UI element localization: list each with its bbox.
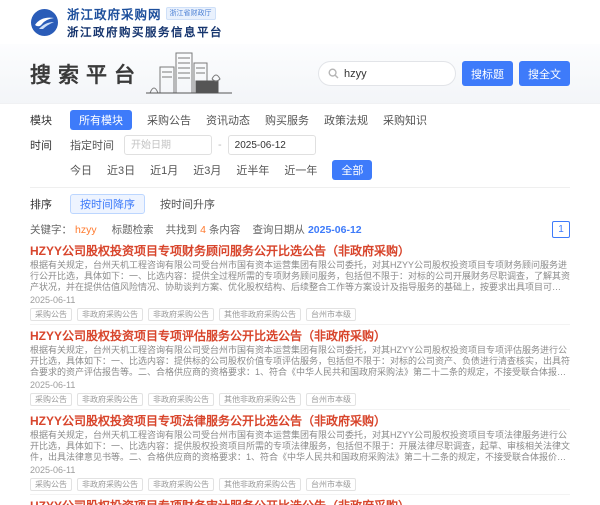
site-subtitle: 浙江政府购买服务信息平台 (67, 24, 223, 40)
result-category-tag[interactable]: 其他非政府采购公告 (219, 478, 301, 491)
sort-asc-option[interactable]: 按时间升序 (160, 196, 215, 212)
result-date: 2025-06-11 (30, 380, 570, 390)
result-summary-row: 关键字： hzyy 标题检索 共找到 4 条内容 查询日期从 2025-06-1… (30, 221, 570, 238)
module-option-knowledge[interactable]: 采购知识 (383, 112, 427, 128)
module-label: 模块 (30, 112, 70, 128)
range-3m[interactable]: 近3月 (193, 162, 221, 178)
range-1m[interactable]: 近1月 (150, 162, 178, 178)
results-list: HZYY公司股权投资项目专项财务顾问服务公开比选公告（非政府采购） 根据有关规定… (0, 238, 600, 505)
result-category-tag[interactable]: 采购公告 (30, 308, 72, 321)
keyword-value: hzyy (75, 224, 97, 236)
module-option-news[interactable]: 资讯动态 (206, 112, 250, 128)
module-option-all[interactable]: 所有模块 (70, 110, 132, 130)
keyword-label: 关键字： (30, 222, 72, 237)
result-category-tag[interactable]: 非政府采购公告 (148, 308, 214, 321)
result-item: HZYY公司股权投资项目专项法律服务公开比选公告（非政府采购） 根据有关规定，台… (30, 410, 570, 495)
result-item: HZYY公司股权投资项目专项财务顾问服务公开比选公告（非政府采购） 根据有关规定… (30, 240, 570, 325)
result-date: 2025-06-11 (30, 295, 570, 305)
result-category-tag[interactable]: 非政府采购公告 (148, 478, 214, 491)
result-title-link[interactable]: HZYY公司股权投资项目专项法律服务公开比选公告（非政府采购） (30, 414, 570, 428)
result-category-tag[interactable]: 台州市本级 (306, 478, 356, 491)
result-tags: 采购公告非政府采购公告非政府采购公告其他非政府采购公告台州市本级 (30, 478, 570, 491)
result-title-link[interactable]: HZYY公司股权投资项目专项财务审计服务公开比选公告（非政府采购） (30, 499, 570, 505)
search-input[interactable] (344, 68, 446, 80)
result-title-link[interactable]: HZYY公司股权投资项目专项财务顾问服务公开比选公告（非政府采购） (30, 244, 570, 258)
date-range-dash: - (218, 139, 222, 151)
result-title-link[interactable]: HZYY公司股权投资项目专项评估服务公开比选公告（非政府采购） (30, 329, 570, 343)
found-suffix: 条内容 (209, 222, 241, 237)
result-snippet: 根据有关规定，台州天机工程咨询有限公司受台州市国有资本运营集团有限公司委托，对其… (30, 345, 570, 378)
result-category-tag[interactable]: 非政府采购公告 (77, 393, 143, 406)
page-title: 搜索平台 (30, 59, 142, 89)
module-option-policy[interactable]: 政策法规 (324, 112, 368, 128)
time-label: 时间 (30, 137, 70, 153)
org-badge: 浙江省财政厅 (166, 7, 216, 20)
result-date: 2025-06-11 (30, 465, 570, 475)
date-end-input[interactable] (228, 135, 316, 155)
search-input-wrap (318, 61, 456, 86)
time-filter-row: 时间 指定时间 - (30, 135, 570, 155)
page: 浙江政府采购网 浙江省财政厅 浙江政府购买服务信息平台 搜索平台 (0, 0, 600, 505)
site-name: 浙江政府采购网 (67, 4, 162, 23)
module-option-services[interactable]: 购买服务 (265, 112, 309, 128)
found-prefix: 共找到 (166, 222, 198, 237)
module-option-procurement[interactable]: 采购公告 (147, 112, 191, 128)
site-logo-icon (30, 8, 59, 37)
site-header: 浙江政府采购网 浙江省财政厅 浙江政府购买服务信息平台 (0, 0, 600, 44)
range-today[interactable]: 今日 (70, 162, 92, 178)
search-banner: 搜索平台 (0, 44, 600, 104)
sort-desc-option[interactable]: 按时间降序 (70, 194, 145, 214)
result-category-tag[interactable]: 非政府采购公告 (77, 478, 143, 491)
result-category-tag[interactable]: 采购公告 (30, 478, 72, 491)
range-3d[interactable]: 近3日 (107, 162, 135, 178)
query-date-value: 2025-06-12 (308, 224, 362, 236)
search-title-button[interactable]: 搜标题 (462, 61, 513, 86)
result-tags: 采购公告非政府采购公告非政府采购公告其他非政府采购公告台州市本级 (30, 308, 570, 321)
result-item: HZYY公司股权投资项目专项财务审计服务公开比选公告（非政府采购） 根据有关规定… (30, 495, 570, 505)
range-all[interactable]: 全部 (332, 160, 372, 180)
query-date-prefix: 查询日期从 (252, 222, 305, 237)
date-start-input[interactable] (124, 135, 212, 155)
pagination-page-1[interactable]: 1 (552, 221, 570, 238)
search-scope: 标题检索 (112, 222, 154, 237)
search-fulltext-button[interactable]: 搜全文 (519, 61, 570, 86)
result-category-tag[interactable]: 采购公告 (30, 393, 72, 406)
search-icon (328, 68, 339, 79)
result-snippet: 根据有关规定，台州天机工程咨询有限公司受台州市国有资本运营集团有限公司委托，对其… (30, 430, 570, 463)
result-category-tag[interactable]: 其他非政府采购公告 (219, 393, 301, 406)
module-filter-row: 模块 所有模块 采购公告 资讯动态 购买服务 政策法规 采购知识 (30, 110, 570, 130)
sort-label: 排序 (30, 196, 70, 212)
sort-row: 排序 按时间降序 按时间升序 (30, 194, 570, 214)
range-6m[interactable]: 近半年 (236, 162, 269, 178)
result-category-tag[interactable]: 非政府采购公告 (77, 308, 143, 321)
result-tags: 采购公告非政府采购公告非政府采购公告其他非政府采购公告台州市本级 (30, 393, 570, 406)
quick-range-row: 今日 近3日 近1月 近3月 近半年 近一年 全部 (30, 160, 570, 180)
time-mode-label: 指定时间 (70, 137, 114, 153)
result-category-tag[interactable]: 其他非政府采购公告 (219, 308, 301, 321)
range-1y[interactable]: 近一年 (284, 162, 317, 178)
result-category-tag[interactable]: 台州市本级 (306, 308, 356, 321)
site-titles: 浙江政府采购网 浙江省财政厅 浙江政府购买服务信息平台 (67, 4, 223, 40)
search-bar: 搜标题 搜全文 (318, 61, 570, 86)
result-item: HZYY公司股权投资项目专项评估服务公开比选公告（非政府采购） 根据有关规定，台… (30, 325, 570, 410)
city-sketch-illustration (146, 49, 232, 102)
result-category-tag[interactable]: 台州市本级 (306, 393, 356, 406)
filter-panel: 模块 所有模块 采购公告 资讯动态 购买服务 政策法规 采购知识 时间 指定时间… (0, 104, 600, 238)
result-snippet: 根据有关规定，台州天机工程咨询有限公司受台州市国有资本运营集团有限公司委托，对其… (30, 260, 570, 293)
result-category-tag[interactable]: 非政府采购公告 (148, 393, 214, 406)
divider (30, 187, 570, 188)
result-count: 4 (200, 224, 206, 236)
